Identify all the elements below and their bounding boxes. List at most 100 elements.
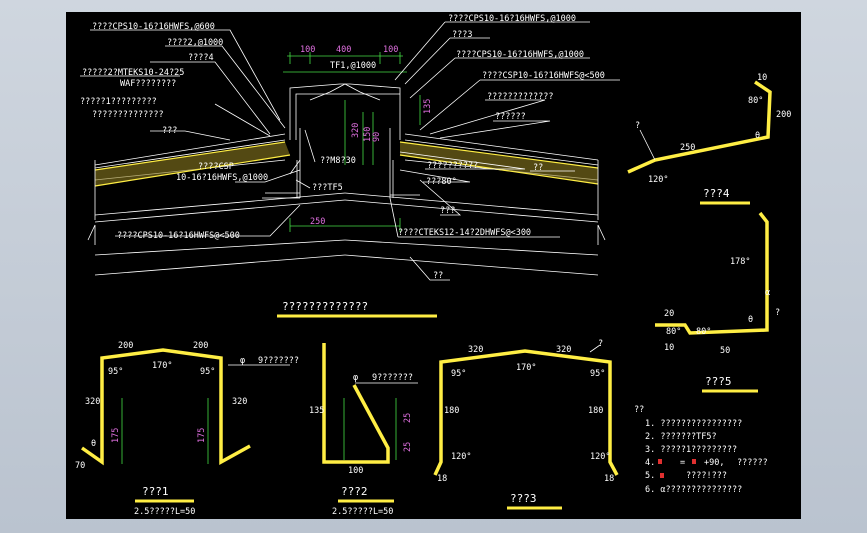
flashing-1: 200 200 170° 95° 95° 320 320 175 175 θ 7… [75,341,299,517]
f1-d175b: 175 [197,428,207,443]
dim-135: 135 [423,99,433,114]
f5-d50: 50 [720,346,730,356]
label-tf1: TF1,@1000 [330,61,376,71]
f5-alpha: α [765,288,770,298]
note-2: 2. ???????TF5? [645,432,717,442]
f1-title: ???1 [142,485,169,498]
f4-a80: 80° [748,96,763,106]
dim-400: 400 [336,45,351,55]
note-4-eq: = [680,458,685,468]
f4-d10: 10 [757,73,767,83]
f2-d135: 135 [309,406,324,416]
f3-a95a: 95° [451,369,466,379]
note-1: 1. ???????????????? [645,419,742,429]
f3-a170: 170° [516,363,536,373]
f3-d18b: 18 [604,474,614,484]
f1-theta: θ [91,439,96,449]
note-4: 4. [645,458,655,468]
f1-d320a: 320 [85,397,100,407]
flashing-5: 178° α ? θ 20 80° 80° 10 50 ???5 [655,211,780,393]
f3-q: ? [598,339,603,349]
f3-d320b: 320 [556,345,571,355]
section-title: ????????????? [282,300,368,313]
label-waf: WAF???????? [120,79,176,89]
note-5: 5. [645,471,655,481]
flashing-2: 135 25 25 100 φ 9??????? ???2 2.5?????L=… [309,343,418,517]
note-5-tail: ????!??? [686,471,727,481]
f1-spec: 2.5?????L=50 [134,507,195,517]
label-part7: ?? [533,163,543,173]
cad-drawing: 100 400 100 135 320 150 90 250 TF1,@1000 [75,14,791,517]
dim-250: 250 [310,217,325,227]
f1-a170: 170° [152,361,172,371]
label-part9: ?? [433,271,443,281]
ridge-section: 100 400 100 135 320 150 90 250 TF1,@1000 [80,14,620,318]
label-cteks: ????CTEKS12-14?2DHWFS@<300 [398,228,531,238]
f5-title: ???5 [705,375,732,388]
f1-phi: φ [240,356,245,366]
f3-a120b: 120° [590,452,610,462]
f1-a95b: 95° [200,367,215,377]
notes: ?? 1. ???????????????? 2. ???????TF5? 3.… [634,405,768,495]
f3-a95b: 95° [590,369,605,379]
f1-a95a: 95° [108,367,123,377]
f3-d320a: 320 [468,345,483,355]
dim-100a: 100 [300,45,315,55]
f1-d320b: 320 [232,397,247,407]
label-tf5: ???TF5 [312,183,343,193]
note-4-plus: +90, [704,458,724,468]
flashing-4: ? 250 120° 10 80° 200 θ ???4 [627,73,791,205]
f1-d70: 70 [75,461,85,471]
note-3: 3. ?????1????????? [645,445,737,455]
label-csp: ????CSP [198,162,234,172]
f5-theta: θ [748,315,753,325]
f3-d180a: 180 [444,406,459,416]
dim-320: 320 [351,123,361,138]
label-cps-500: ????CPS10-16?16HWFS@<500 [117,231,240,241]
f2-note: 9??????? [372,373,413,383]
label-cps-600: ????CPS10-16?16HWFS,@600 [92,22,215,32]
f1-note: 9??????? [258,356,299,366]
note-4-tail: ?????? [737,458,768,468]
label-cps-1000b: ????CPS10-16?16HWFS,@1000 [456,50,584,60]
f2-d25a: 25 [403,413,413,423]
f1-d175a: 175 [111,428,121,443]
dim-100b: 100 [383,45,398,55]
label-part5: ?????? [495,112,526,122]
f4-title: ???4 [703,187,730,200]
notes-head: ?? [634,405,644,415]
f4-d200: 200 [776,110,791,120]
label-part2: ?????????????? [92,110,164,120]
label-tile-2: ????2,@1000 [167,38,223,48]
label-part6: ?????????? [427,161,478,171]
label-m8: ??M8?30 [320,156,356,166]
f4-d250: 250 [680,143,695,153]
label-csp-spec: 10-16?16HWFS,@1000 [176,173,268,183]
f3-d18a: 18 [437,474,447,484]
note-5-symbol [660,473,664,478]
f4-theta: θ [755,131,760,141]
f2-spec: 2.5?????L=50 [332,507,393,517]
f5-d20: 20 [664,309,674,319]
f2-title: ???2 [341,485,368,498]
flashing-3: 320 320 ? 170° 95° 95° 180 180 120° 120°… [433,339,619,510]
label-mteks: ?????2?MTEKS10-24?25 [82,68,184,78]
f3-a120a: 120° [451,452,471,462]
f5-a80b: 80° [696,327,711,337]
f4-a120: 120° [648,175,668,185]
label-cps-1000a: ????CPS10-16?16HWFS,@1000 [448,14,576,24]
f1-d200b: 200 [193,341,208,351]
dim-90: 90 [372,132,382,142]
f1-d200a: 200 [118,341,133,351]
f5-d10: 10 [664,343,674,353]
label-csp-500: ????CSP10-16?16HWFS@<500 [482,71,605,81]
f4-q: ? [635,121,640,131]
label-part1: ?????1????????? [80,97,157,107]
f5-q: ? [775,308,780,318]
f2-d100: 100 [348,466,363,476]
label-part3: ??? [162,126,177,136]
f3-title: ???3 [510,492,537,505]
label-80deg: ???80° [426,177,457,187]
note-4-symbol-a [658,459,662,464]
label-tile-4: ????4 [188,53,214,63]
